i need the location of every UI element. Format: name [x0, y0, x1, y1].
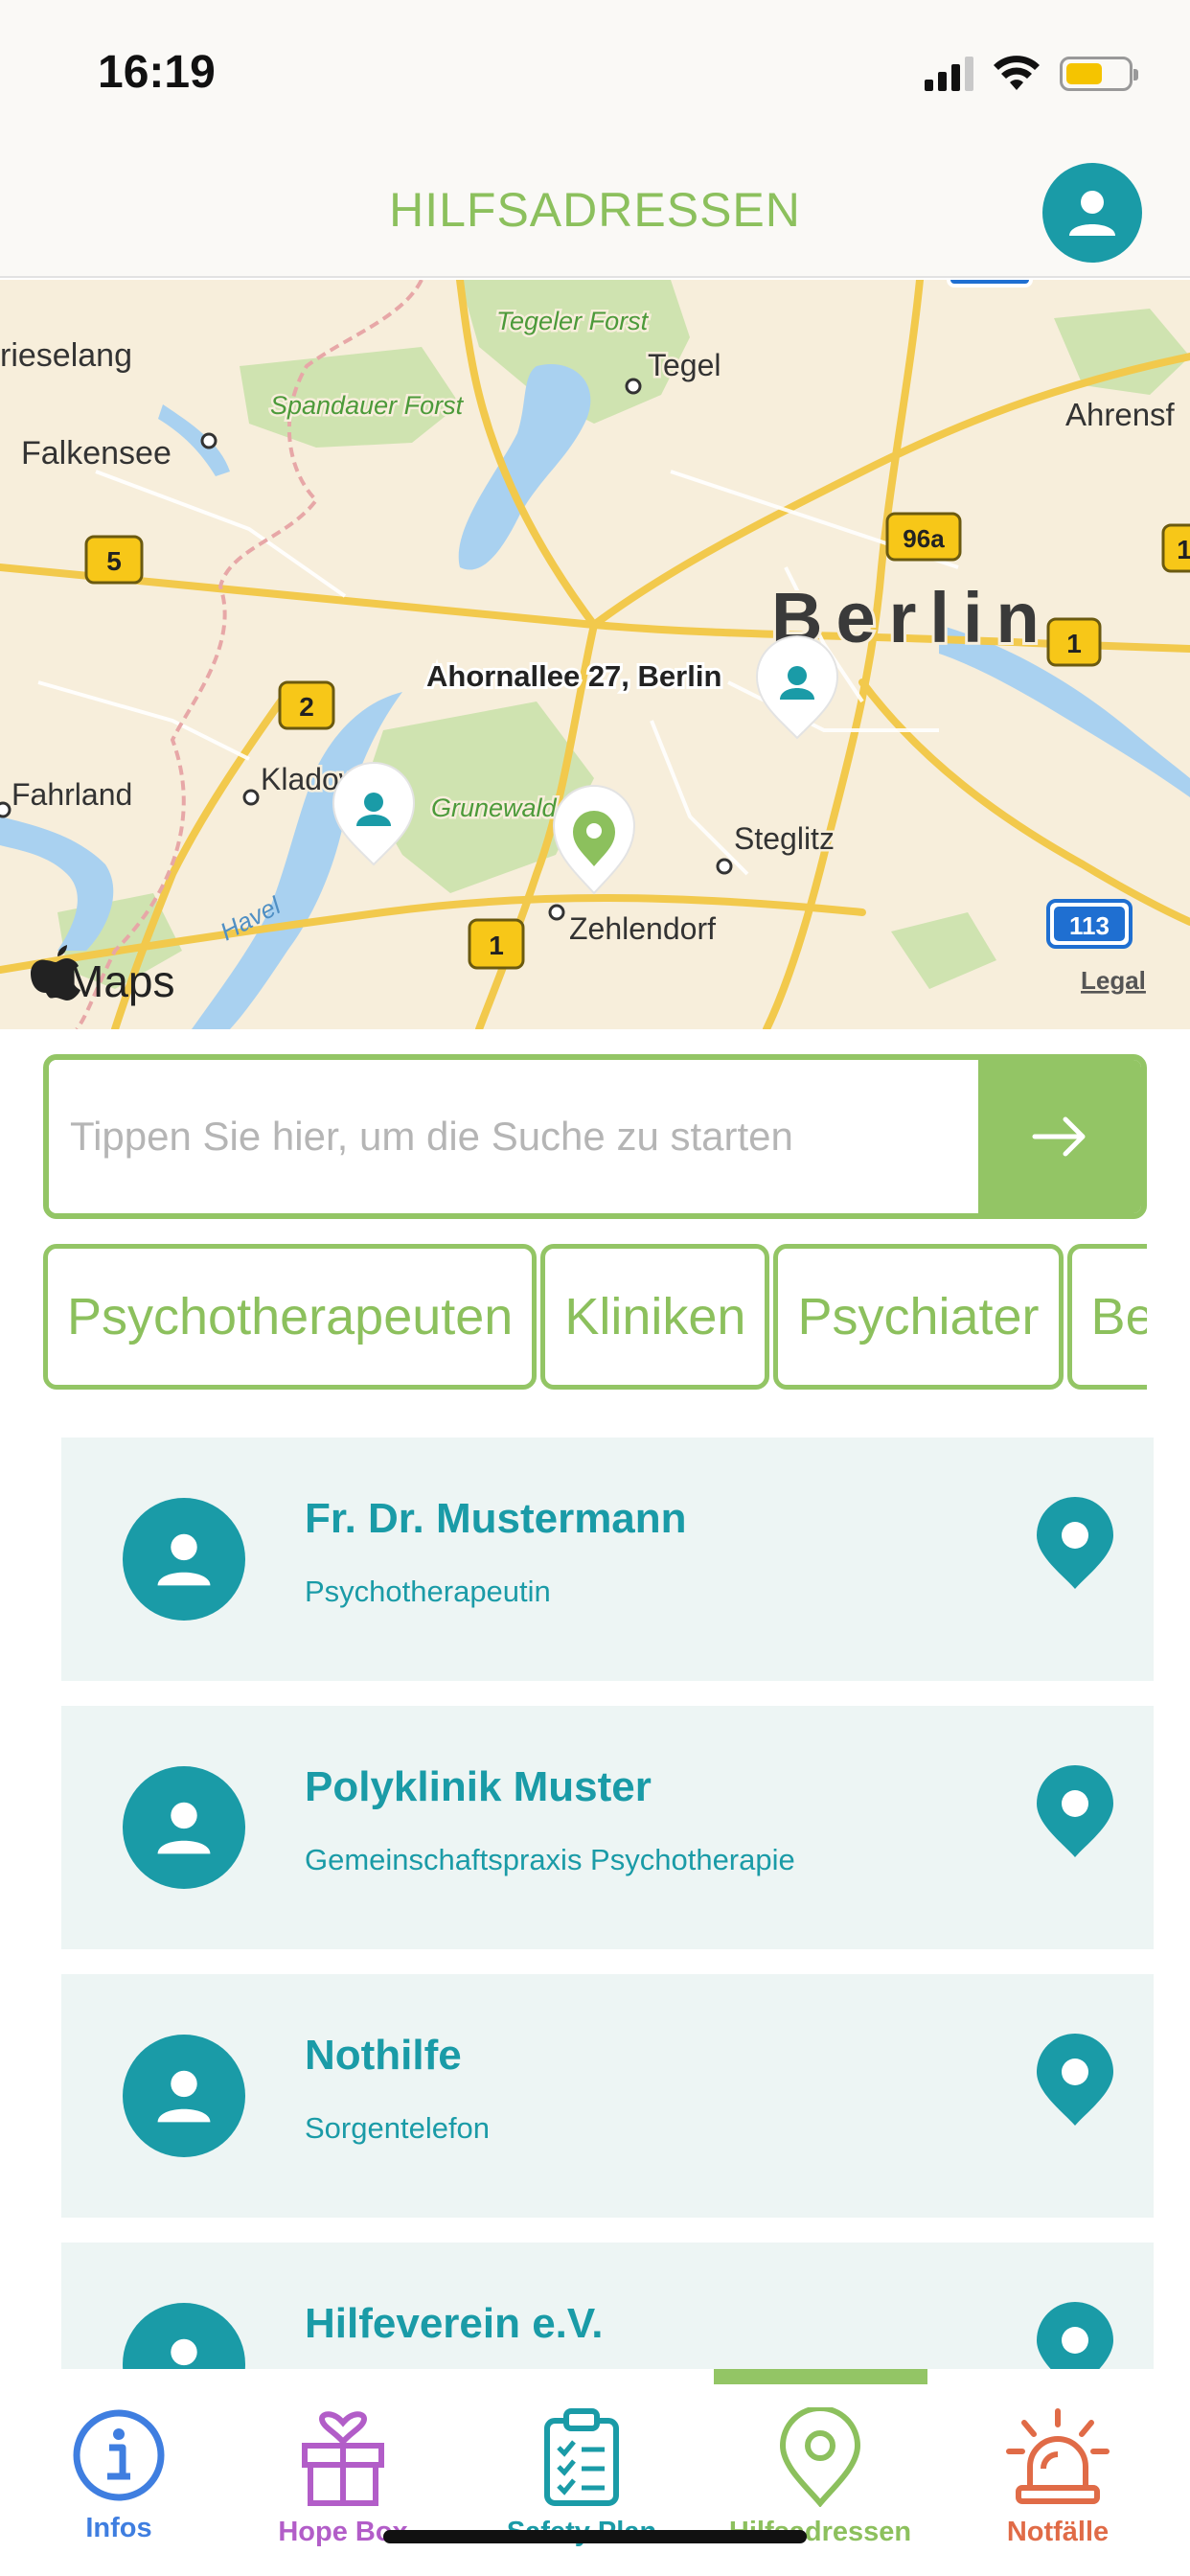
place-dot-falkensee: [200, 432, 217, 449]
app-header: HILFSADRESSEN: [0, 144, 1190, 278]
map-canvas: Tegeler Forst Tegel rieselang Spandauer …: [0, 280, 1190, 1029]
info-icon: [73, 2409, 165, 2501]
avatar: [123, 2303, 245, 2369]
status-bar: 16:19: [0, 0, 1190, 144]
road-shield-1-south-text: 1: [489, 931, 504, 960]
tab-bar: Infos Hope Box Safety Plan: [0, 2369, 1190, 2576]
avatar: [123, 1766, 245, 1889]
arrow-right-icon: [1032, 1116, 1086, 1157]
place-dot-kladow: [242, 789, 260, 806]
maps-attribution-text: Maps: [67, 956, 174, 1006]
wifi-icon: [994, 56, 1040, 90]
location-pin-icon[interactable]: [1035, 1765, 1115, 1859]
place-dot-tegel: [625, 378, 642, 395]
map-label-falkensee: Falkensee: [21, 435, 172, 472]
result-subtitle: Psychotherapeutin: [305, 1575, 551, 1608]
person-icon: [157, 1802, 211, 1854]
battery-icon: [1060, 57, 1138, 91]
result-name: Fr. Dr. Mustermann: [305, 1495, 687, 1542]
result-name: Nothilfe: [305, 2032, 462, 2079]
avatar: [123, 2035, 245, 2157]
avatar: [123, 1498, 245, 1621]
result-card[interactable]: Hilfeverein e.V.: [61, 2242, 1154, 2369]
road-shield-5: 5: [84, 535, 144, 585]
road-shield-1-edge-text: 1: [1177, 535, 1190, 564]
map-label-brieselang: rieselang: [0, 337, 132, 374]
place-dot-steglitz: [716, 858, 733, 875]
result-list[interactable]: Fr. Dr. Mustermann Psychotherapeutin Pol…: [61, 1438, 1154, 2369]
filter-chip-psychiater[interactable]: Psychiater: [773, 1244, 1064, 1390]
map-label-zehlendorf: Zehlendorf: [569, 911, 716, 946]
road-shield-96a-text: 96a: [903, 524, 945, 553]
road-shield-partial-top: [947, 280, 1033, 288]
page-title: HILFSADRESSEN: [389, 183, 801, 237]
tab-label-notfaelle: Notfälle: [1006, 2517, 1110, 2547]
person-icon: [157, 2070, 211, 2123]
result-name: Polyklinik Muster: [305, 1763, 652, 1810]
map-label-selected-address: Ahornallee 27, Berlin: [426, 659, 721, 693]
filter-chips: Psychotherapeuten Kliniken Psychiater Be: [43, 1244, 1147, 1390]
road-shield-5-text: 5: [106, 546, 122, 576]
search-box: [43, 1054, 1147, 1219]
result-subtitle: Sorgentelefon: [305, 2111, 491, 2145]
location-pin-icon[interactable]: [1035, 2302, 1115, 2369]
map-view[interactable]: Tegeler Forst Tegel rieselang Spandauer …: [0, 280, 1190, 1029]
cellular-signal-icon: [925, 57, 973, 91]
status-icons: [925, 56, 1138, 92]
map-legal-link[interactable]: Legal: [1081, 966, 1146, 995]
filter-chip-partial[interactable]: Be: [1066, 1244, 1147, 1390]
result-name: Hilfeverein e.V.: [305, 2300, 604, 2347]
map-label-tegel: Tegel: [648, 348, 721, 382]
result-subtitle: Gemeinschaftspraxis Psychotherapie: [305, 1843, 795, 1876]
person-icon: [171, 2338, 197, 2366]
place-dot-fahrland: [0, 801, 11, 818]
road-shield-1-south: 1: [468, 918, 525, 970]
location-pin-icon[interactable]: [1035, 1497, 1115, 1591]
road-shield-113-text: 113: [1069, 911, 1110, 940]
result-card[interactable]: Polyklinik Muster Gemeinschaftspraxis Ps…: [61, 1706, 1154, 1949]
road-shield-1-east: 1: [1046, 617, 1102, 667]
filter-chip-kliniken[interactable]: Kliniken: [540, 1244, 770, 1390]
road-shield-2: 2: [278, 680, 335, 730]
home-indicator: [383, 2530, 807, 2543]
clipboard-checklist-icon: [544, 2408, 619, 2506]
person-icon: [1069, 191, 1115, 236]
tab-label-infos: Infos: [85, 2513, 152, 2543]
result-card[interactable]: Fr. Dr. Mustermann Psychotherapeutin: [61, 1438, 1154, 1681]
location-pin-icon[interactable]: [1035, 2034, 1115, 2128]
tab-notfaelle[interactable]: Notfälle: [939, 2388, 1177, 2570]
tab-infos[interactable]: Infos: [0, 2388, 238, 2570]
map-label-fahrland: Fahrland: [11, 777, 132, 812]
search-input[interactable]: [49, 1060, 978, 1213]
map-label-tegeler-forst: Tegeler Forst: [496, 307, 650, 335]
app-screen: 16:19 HILFSADRESSEN Tegeler Forst Tegel …: [0, 0, 1190, 2576]
map-label-grunewald: Grunewald: [431, 794, 558, 822]
road-shield-2-text: 2: [299, 692, 314, 722]
filter-chip-psychotherapeuten[interactable]: Psychotherapeuten: [43, 1244, 538, 1390]
profile-button[interactable]: [1042, 163, 1142, 263]
map-label-ahrensfelde: Ahrensf: [1065, 397, 1176, 432]
alarm-siren-icon: [1006, 2408, 1110, 2504]
road-shield-113: 113: [1046, 899, 1133, 949]
road-shield-1-east-text: 1: [1066, 629, 1082, 658]
active-tab-indicator: [714, 2369, 927, 2384]
search-submit-button[interactable]: [978, 1060, 1141, 1213]
result-card[interactable]: Nothilfe Sorgentelefon: [61, 1974, 1154, 2218]
place-dot-zehlendorf: [548, 904, 565, 921]
gift-box-icon: [302, 2411, 384, 2506]
person-icon: [157, 1533, 211, 1586]
road-shield-1-edge: 1: [1161, 523, 1190, 573]
location-pin-icon: [779, 2407, 861, 2507]
map-label-spandauer-forst: Spandauer Forst: [270, 391, 465, 420]
road-shield-96a: 96a: [885, 512, 962, 562]
map-label-steglitz: Steglitz: [734, 821, 835, 856]
status-time: 16:19: [98, 47, 216, 98]
